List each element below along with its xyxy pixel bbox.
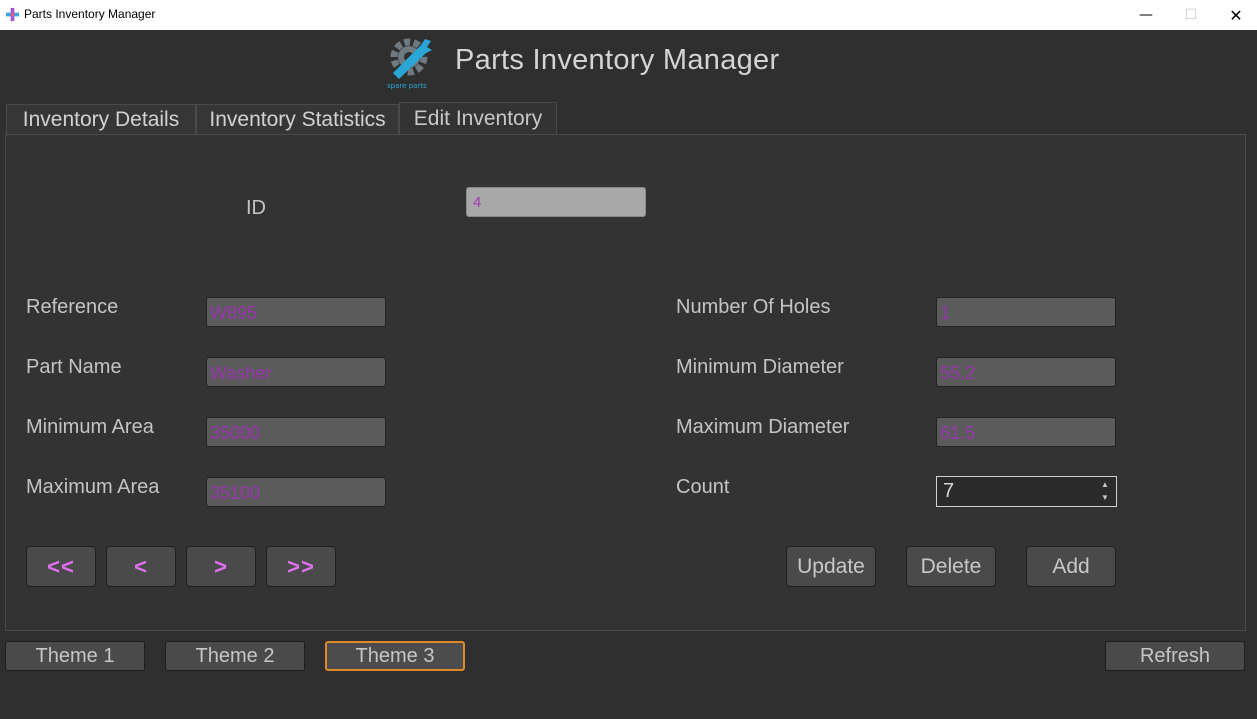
theme-2-button[interactable]: Theme 2 — [165, 641, 305, 671]
window-title: Parts Inventory Manager — [24, 7, 156, 21]
app-icon — [5, 7, 20, 22]
update-button[interactable]: Update — [786, 546, 876, 587]
close-button[interactable]: ✕ — [1213, 0, 1257, 30]
spin-down-icon[interactable]: ▼ — [1101, 494, 1109, 502]
delete-button[interactable]: Delete — [906, 546, 996, 587]
last-record-button[interactable]: >> — [266, 546, 336, 587]
gear-wrench-icon: spare parts — [387, 38, 432, 90]
minimum-diameter-field[interactable]: 55.2 — [936, 357, 1116, 387]
maximum-area-label: Maximum Area — [26, 476, 160, 498]
maximum-diameter-label: Maximum Diameter — [676, 416, 850, 438]
logo-caption: spare parts — [387, 82, 427, 90]
tab-edit-inventory[interactable]: Edit Inventory — [399, 102, 557, 135]
page-title: Parts Inventory Manager — [455, 44, 780, 76]
number-of-holes-field[interactable]: 1 — [936, 297, 1116, 327]
theme-3-button[interactable]: Theme 3 — [325, 641, 465, 671]
first-record-button[interactable]: << — [26, 546, 96, 587]
theme-1-button[interactable]: Theme 1 — [5, 641, 145, 671]
maximize-button[interactable]: ☐ — [1168, 0, 1214, 30]
part-name-label: Part Name — [26, 356, 122, 378]
reference-label: Reference — [26, 296, 119, 318]
minimum-diameter-label: Minimum Diameter — [676, 356, 844, 378]
refresh-button[interactable]: Refresh — [1105, 641, 1245, 671]
tab-inventory-details[interactable]: Inventory Details — [6, 104, 196, 135]
minimize-button[interactable]: — — [1123, 0, 1169, 30]
id-field[interactable]: 4 — [466, 187, 646, 217]
close-icon: ✕ — [1229, 5, 1243, 25]
minimum-area-field[interactable]: 35000 — [206, 417, 386, 447]
part-name-field[interactable]: Washer — [206, 357, 386, 387]
add-button[interactable]: Add — [1026, 546, 1116, 587]
number-of-holes-label: Number Of Holes — [676, 296, 831, 318]
spin-up-icon[interactable]: ▲ — [1101, 480, 1109, 489]
window-titlebar: Parts Inventory Manager — ☐ ✕ — [0, 0, 1257, 30]
next-record-button[interactable]: > — [186, 546, 256, 587]
maximum-area-field[interactable]: 35100 — [206, 477, 386, 507]
minimize-icon: — — [1139, 7, 1153, 23]
tab-inventory-statistics[interactable]: Inventory Statistics — [196, 104, 399, 135]
count-spinbox[interactable]: 7 ▲ ▼ — [936, 476, 1117, 507]
count-value: 7 — [943, 480, 955, 502]
previous-record-button[interactable]: < — [106, 546, 176, 587]
count-label: Count — [676, 476, 730, 498]
id-label: ID — [246, 197, 266, 219]
spin-arrows: ▲ ▼ — [1096, 478, 1114, 505]
minimum-area-label: Minimum Area — [26, 416, 154, 438]
maximize-icon: ☐ — [1184, 7, 1198, 23]
maximum-diameter-field[interactable]: 61.5 — [936, 417, 1116, 447]
reference-field[interactable]: W895 — [206, 297, 386, 327]
